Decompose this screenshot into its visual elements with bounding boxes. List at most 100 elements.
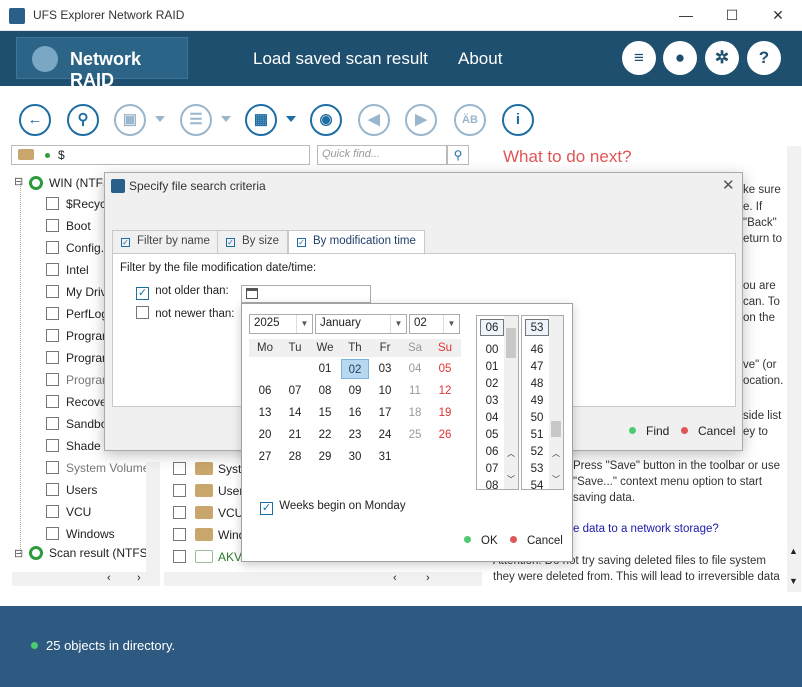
calendar-ok-button[interactable]: OK: [464, 535, 498, 547]
calendar-day[interactable]: 13: [251, 403, 279, 423]
checkbox-icon[interactable]: [46, 263, 59, 276]
nav-load-scan[interactable]: Load saved scan result: [253, 49, 428, 69]
checkbox-icon[interactable]: [46, 351, 59, 364]
tree-item[interactable]: VCU: [46, 505, 91, 519]
checkbox-icon[interactable]: [173, 506, 186, 519]
calendar-day[interactable]: 31: [371, 447, 399, 467]
hour-option[interactable]: 07: [480, 461, 504, 478]
user-icon[interactable]: ●: [663, 41, 697, 75]
info-icon[interactable]: i: [502, 104, 534, 136]
scroll-right-icon[interactable]: ›: [137, 572, 141, 584]
help-icon[interactable]: ?: [747, 41, 781, 75]
hour-option[interactable]: 06: [480, 444, 504, 461]
checkbox-icon[interactable]: [46, 285, 59, 298]
view-grid-icon[interactable]: ▦: [245, 104, 277, 136]
minute-list[interactable]: ︿ ﹀ 53 46 47 48 49 50 51 52 53 54: [521, 315, 564, 492]
calendar-day[interactable]: 22: [311, 425, 339, 445]
checkbox-icon[interactable]: [46, 241, 59, 254]
next-icon[interactable]: ▶: [405, 104, 437, 136]
tree-root-scan-result[interactable]: Scan result (NTFS fil: [29, 546, 160, 560]
checkbox-icon[interactable]: [46, 505, 59, 518]
calendar-day[interactable]: 23: [341, 425, 369, 445]
file-list-horizontal-scrollbar[interactable]: ‹ ›: [164, 572, 482, 586]
calendar-day[interactable]: 08: [311, 381, 339, 401]
minute-option[interactable]: 49: [525, 393, 549, 410]
minute-option[interactable]: 48: [525, 376, 549, 393]
close-window-button[interactable]: ✕: [755, 4, 801, 28]
calendar-day[interactable]: 17: [371, 403, 399, 423]
hour-list[interactable]: ︿ ﹀ 06 00 01 02 03 04 05 06 07 08: [476, 315, 519, 492]
checkbox-icon[interactable]: [173, 484, 186, 497]
checkbox-icon[interactable]: [46, 329, 59, 342]
calendar-day[interactable]: 30: [341, 447, 369, 467]
calendar-cancel-button[interactable]: Cancel: [510, 535, 563, 547]
minute-option[interactable]: 53: [525, 461, 549, 478]
help-network-link[interactable]: e data to a network storage?: [573, 523, 719, 535]
hour-option[interactable]: 08: [480, 478, 504, 495]
tree-item[interactable]: $Recycl: [46, 197, 109, 211]
not-newer-than-checkbox[interactable]: not newer than:: [136, 306, 234, 320]
view-dropdown-icon[interactable]: [286, 116, 296, 122]
spelling-icon[interactable]: ÄB: [454, 104, 486, 136]
checkbox-icon[interactable]: [173, 550, 186, 563]
nav-about[interactable]: About: [458, 49, 502, 69]
maximize-button[interactable]: ☐: [709, 4, 755, 28]
calendar-day[interactable]: 04: [401, 359, 429, 379]
tree-item[interactable]: My Driv: [46, 285, 107, 299]
dialog-close-icon[interactable]: ✕: [722, 176, 735, 194]
scroll-left-icon[interactable]: ‹: [393, 572, 397, 584]
calendar-day[interactable]: 28: [281, 447, 309, 467]
hour-option[interactable]: 05: [480, 427, 504, 444]
hour-option[interactable]: 04: [480, 410, 504, 427]
select-list-icon[interactable]: ☰: [180, 104, 212, 136]
calendar-day[interactable]: 07: [281, 381, 309, 401]
cancel-button[interactable]: Cancel: [681, 424, 735, 438]
tree-item[interactable]: Program: [46, 373, 112, 387]
checkbox-icon[interactable]: [46, 527, 59, 540]
collapse-icon[interactable]: ⊟: [14, 547, 23, 560]
calendar-day[interactable]: 11: [401, 381, 429, 401]
tree-vertical-scrollbar[interactable]: [146, 462, 160, 572]
calendar-day[interactable]: 15: [311, 403, 339, 423]
checkbox-icon[interactable]: [46, 483, 59, 496]
hour-option[interactable]: 03: [480, 393, 504, 410]
checkbox-icon[interactable]: [46, 373, 59, 386]
minute-option[interactable]: 52: [525, 444, 549, 461]
tree-item[interactable]: Shade: [46, 439, 101, 453]
tree-item[interactable]: Sandbo: [46, 417, 107, 431]
scroll-left-icon[interactable]: ‹: [107, 572, 111, 584]
calendar-day[interactable]: 20: [251, 425, 279, 445]
not-older-than-checkbox[interactable]: ✓ not older than:: [136, 285, 229, 300]
calendar-day[interactable]: 27: [251, 447, 279, 467]
tree-item[interactable]: PerfLog: [46, 307, 108, 321]
calendar-day[interactable]: 25: [401, 425, 429, 445]
file-row[interactable]: User: [173, 484, 243, 498]
file-row[interactable]: AKVa: [173, 550, 248, 564]
calendar-day[interactable]: 12: [431, 381, 459, 401]
tab-filter-by-name[interactable]: ✓ Filter by name: [112, 230, 219, 253]
tree-item[interactable]: Windows: [46, 527, 115, 541]
calendar-day[interactable]: 26: [431, 425, 459, 445]
minimize-button[interactable]: —: [663, 4, 709, 28]
quick-find-input[interactable]: Quick find...: [317, 145, 447, 165]
checkbox-icon[interactable]: [173, 462, 186, 475]
file-row[interactable]: VCU: [173, 506, 243, 520]
hour-option[interactable]: 02: [480, 376, 504, 393]
binoculars-icon[interactable]: ◉: [310, 104, 342, 136]
checkbox-icon[interactable]: [46, 417, 59, 430]
minute-option[interactable]: 50: [525, 410, 549, 427]
calendar-day[interactable]: 14: [281, 403, 309, 423]
calendar-day[interactable]: 21: [281, 425, 309, 445]
date-picker-field[interactable]: [241, 285, 371, 303]
tree-item[interactable]: Boot: [46, 219, 91, 233]
minute-option[interactable]: 47: [525, 359, 549, 376]
hour-option[interactable]: 06: [480, 319, 504, 336]
tree-item[interactable]: Program: [46, 329, 112, 343]
file-row[interactable]: Wind: [173, 528, 245, 542]
help-vertical-scrollbar[interactable]: ▲ ▼: [787, 146, 801, 592]
tab-by-size[interactable]: ✓ By size: [217, 230, 289, 253]
minute-option[interactable]: 53: [525, 319, 549, 336]
scroll-right-icon[interactable]: ›: [426, 572, 430, 584]
previous-icon[interactable]: ◀: [358, 104, 390, 136]
quick-find-search-icon[interactable]: ⚲: [447, 145, 469, 165]
